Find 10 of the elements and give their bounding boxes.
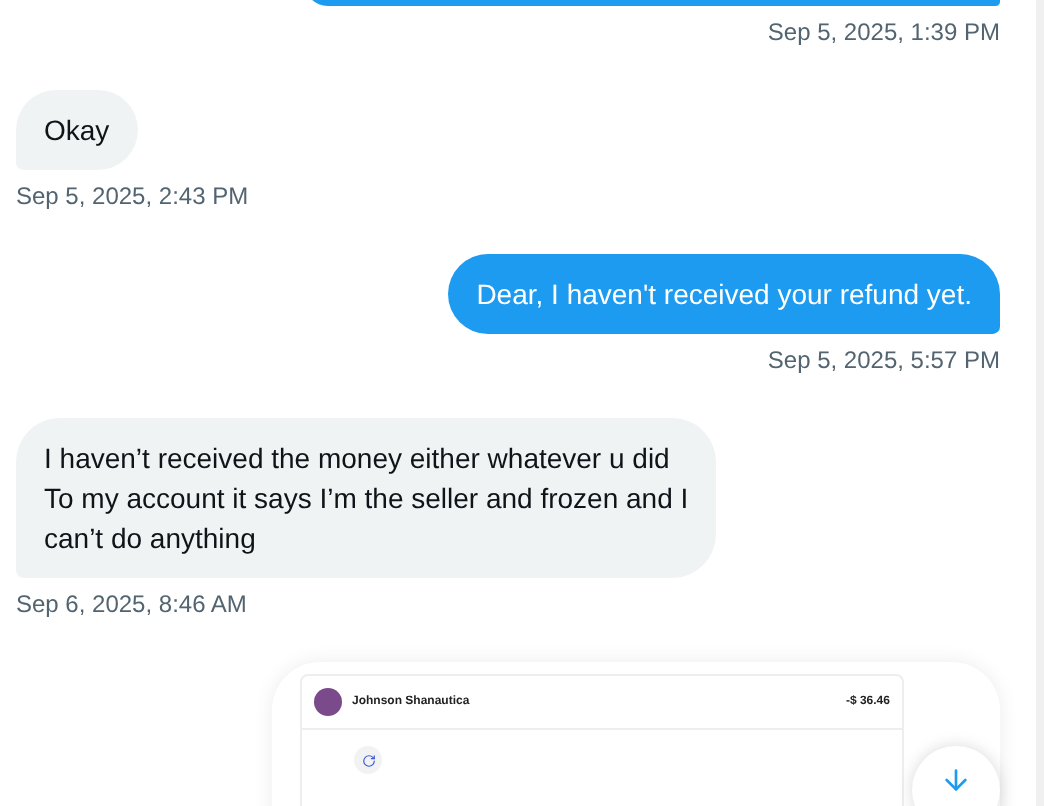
message-timestamp: Sep 5, 2025, 5:57 PM xyxy=(767,344,1000,376)
message-bubble: Okay xyxy=(16,90,138,170)
arrow-down-icon xyxy=(940,764,972,796)
avatar xyxy=(314,688,342,716)
message-bubble: I haven’t received the money either whatever u did To my account it says I’m the seller and frozen and I can’t do anything xyxy=(16,418,717,578)
refresh-icon xyxy=(354,746,382,774)
message-timestamp: Sep 5, 2025, 2:43 PM xyxy=(16,180,249,212)
message-timestamp: Sep 5, 2025, 1:39 PM xyxy=(767,16,1000,48)
message-timestamp: Sep 6, 2025, 8:46 AM xyxy=(16,588,247,620)
message-bubble: Dear, I haven't received your refund yet. xyxy=(448,254,1000,334)
